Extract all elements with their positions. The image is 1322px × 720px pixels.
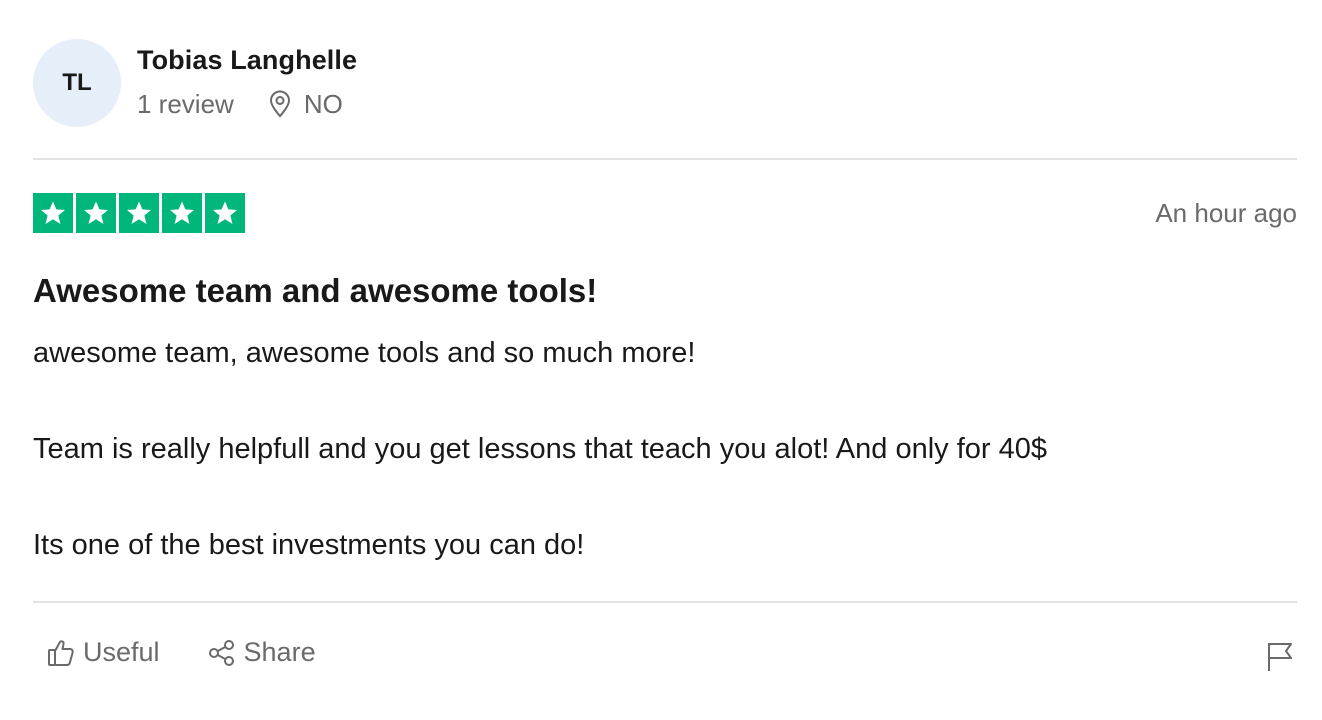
review-title[interactable]: Awesome team and awesome tools! (33, 271, 597, 311)
star-icon (126, 201, 152, 224)
reviewer-meta: 1 review NO (137, 89, 357, 119)
star-rating (33, 193, 245, 233)
reviewer-header: TL Tobias Langhelle 1 review NO (33, 39, 357, 129)
star-icon (83, 201, 109, 224)
review-date: An hour ago (1155, 198, 1297, 228)
divider (33, 158, 1297, 160)
review-card: TL Tobias Langhelle 1 review NO An hour … (33, 0, 1297, 720)
star-icon-box (76, 193, 116, 233)
review-body: awesome team, awesome tools and so much … (33, 337, 1297, 561)
review-paragraph: Team is really helpfull and you get less… (33, 433, 1048, 465)
useful-button[interactable]: Useful (47, 637, 160, 668)
useful-label: Useful (83, 637, 160, 667)
share-label: Share (243, 637, 316, 667)
star-icon (40, 201, 66, 224)
star-icon-box (119, 193, 159, 233)
divider (33, 601, 1297, 603)
share-icon (208, 639, 234, 666)
flag-icon[interactable] (1265, 640, 1295, 672)
review-count: 1 review (137, 89, 234, 119)
star-icon-box (205, 193, 245, 233)
country-code: NO (303, 89, 343, 119)
thumbs-up-icon (48, 639, 74, 666)
star-icon-box (33, 193, 73, 233)
review-paragraph: Its one of the best investments you can … (33, 529, 585, 561)
review-actions: Useful Share (47, 637, 316, 668)
reviewer-info: Tobias Langhelle 1 review NO (137, 39, 357, 119)
review-paragraph: awesome team, awesome tools and so much … (33, 337, 696, 369)
avatar[interactable]: TL (33, 39, 121, 127)
share-button[interactable]: Share (208, 637, 316, 668)
star-icon (212, 201, 238, 224)
star-icon-box (162, 193, 202, 233)
location-pin-icon (269, 90, 290, 118)
reviewer-location: NO (268, 89, 343, 119)
reviewer-name[interactable]: Tobias Langhelle (137, 43, 357, 77)
star-icon (169, 201, 195, 224)
